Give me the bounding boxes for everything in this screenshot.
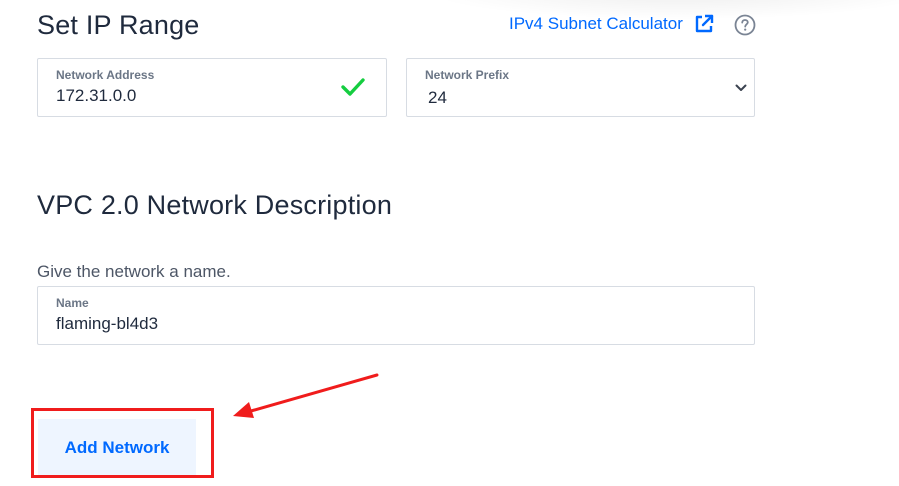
- subnet-calculator-link[interactable]: IPv4 Subnet Calculator: [509, 13, 715, 35]
- network-prefix-label: Network Prefix: [425, 68, 510, 82]
- network-address-field[interactable]: Network Address: [37, 58, 387, 117]
- add-network-button[interactable]: Add Network: [38, 419, 196, 477]
- network-name-input[interactable]: [56, 314, 706, 334]
- network-name-label: Name: [56, 296, 89, 310]
- network-address-input[interactable]: [56, 86, 316, 106]
- network-name-field[interactable]: Name: [37, 286, 755, 345]
- chevron-down-icon: [734, 81, 748, 95]
- help-icon[interactable]: [734, 14, 756, 36]
- check-icon: [340, 76, 366, 98]
- network-prefix-select[interactable]: Network Prefix 24: [406, 58, 755, 117]
- network-address-label: Network Address: [56, 68, 155, 82]
- network-prefix-value: 24: [428, 88, 447, 107]
- name-helper-text: Give the network a name.: [37, 262, 231, 281]
- annotation-arrow: [233, 373, 379, 418]
- vpc-description-title: VPC 2.0 Network Description: [37, 190, 393, 220]
- subnet-calculator-label: IPv4 Subnet Calculator: [509, 14, 683, 33]
- external-link-icon: [693, 13, 715, 35]
- ip-range-title: Set IP Range: [37, 10, 200, 40]
